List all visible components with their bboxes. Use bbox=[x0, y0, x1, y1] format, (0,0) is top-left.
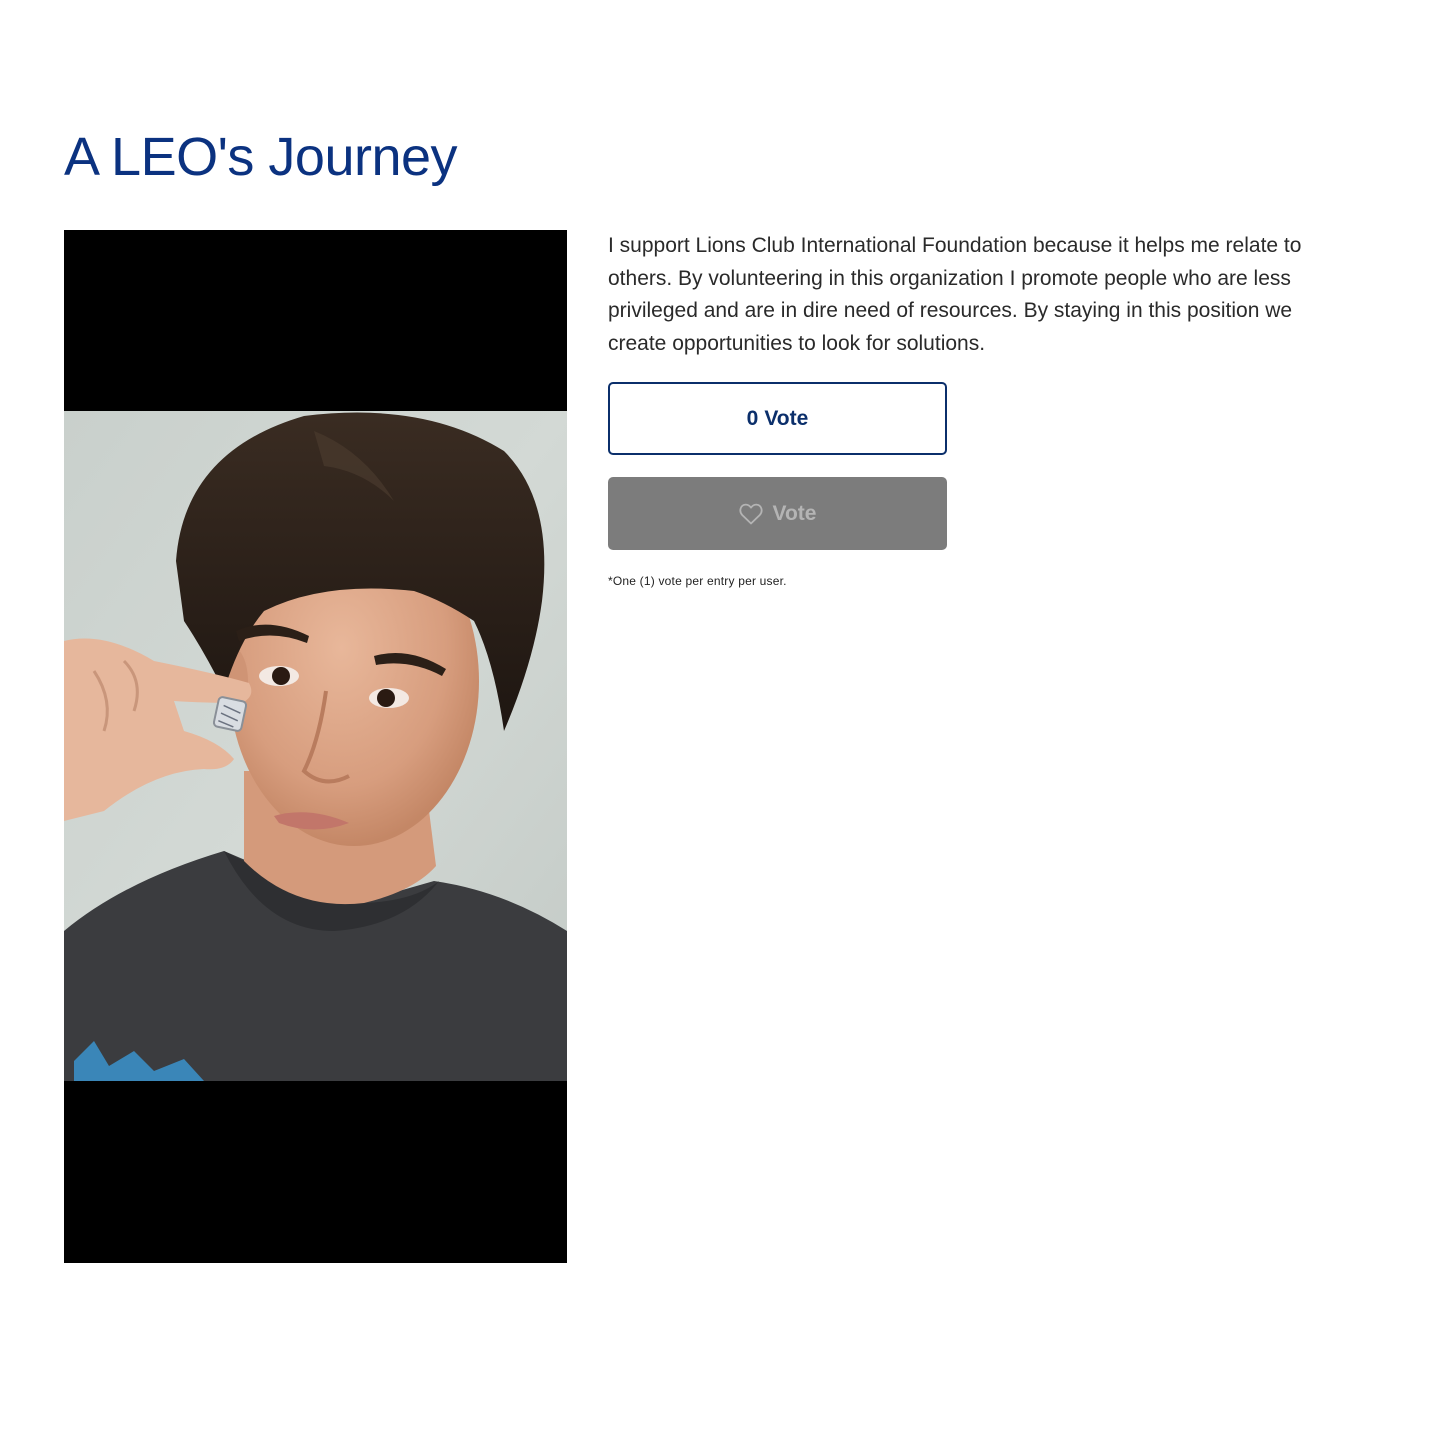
vote-count-display: 0 Vote bbox=[608, 382, 947, 455]
vote-count-label: Vote bbox=[764, 406, 809, 430]
vote-button[interactable]: Vote bbox=[608, 477, 947, 550]
vote-count-number: 0 bbox=[746, 406, 759, 430]
vote-limit-note: *One (1) vote per entry per user. bbox=[608, 574, 787, 588]
entry-description: I support Lions Club International Found… bbox=[608, 234, 1302, 355]
entry-photo bbox=[64, 230, 567, 1263]
heart-icon bbox=[738, 503, 763, 524]
page-title: A LEO's Journey bbox=[64, 127, 458, 187]
portrait-photo bbox=[64, 411, 567, 1081]
vote-button-label: Vote bbox=[772, 501, 817, 525]
entry-page: A LEO's Journey I support Lions Club Int… bbox=[0, 0, 1440, 1440]
